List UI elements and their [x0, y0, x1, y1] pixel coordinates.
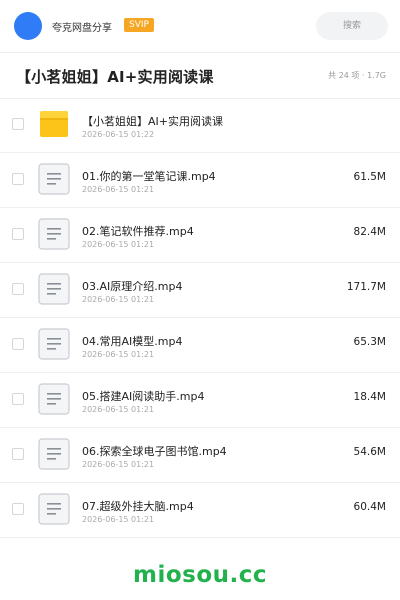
file-icon [38, 218, 70, 250]
item-count-meta: 共 24 项 · 1.7G [328, 71, 386, 80]
item-date: 2026-06-15 01:21 [82, 240, 155, 249]
file-icon [38, 273, 70, 305]
list-item[interactable]: 06.探索全球电子图书馆.mp4 2026-06-15 01:21 54.6M [0, 428, 400, 483]
item-name[interactable]: 03.AI原理介绍.mp4 [82, 278, 182, 294]
item-name[interactable]: 07.超级外挂大脑.mp4 [82, 498, 194, 514]
row-checkbox[interactable] [12, 448, 24, 460]
watermark: miosou.cc [132, 562, 268, 588]
item-size: 171.7M [346, 281, 386, 293]
item-size: 54.6M [353, 446, 386, 458]
list-item[interactable]: 01.你的第一堂笔记课.mp4 2026-06-15 01:21 61.5M [0, 153, 400, 208]
item-name[interactable]: 【小茗姐姐】AI+实用阅读课 [82, 113, 223, 129]
item-name[interactable]: 06.探索全球电子图书馆.mp4 [82, 443, 227, 459]
item-date: 2026-06-15 01:21 [82, 405, 155, 414]
item-date: 2026-06-15 01:21 [82, 460, 155, 469]
list-item[interactable]: 【小茗姐姐】AI+实用阅读课 2026-06-15 01:22 [0, 98, 400, 153]
item-name[interactable]: 02.笔记软件推荐.mp4 [82, 223, 194, 239]
row-checkbox[interactable] [12, 393, 24, 405]
list-item[interactable]: 03.AI原理介绍.mp4 2026-06-15 01:21 171.7M [0, 263, 400, 318]
row-checkbox[interactable] [12, 173, 24, 185]
file-icon [38, 438, 70, 470]
item-size: 61.5M [353, 171, 386, 183]
file-icon [38, 383, 70, 415]
item-date: 2026-06-15 01:22 [82, 130, 155, 139]
item-size: 18.4M [353, 391, 386, 403]
row-checkbox[interactable] [12, 228, 24, 240]
item-name[interactable]: 05.搭建AI阅读助手.mp4 [82, 388, 204, 404]
item-size: 65.3M [353, 336, 386, 348]
header: 夸克网盘分享 SVIP 搜索 [0, 0, 400, 53]
user-name: 夸克网盘分享 [52, 23, 112, 34]
svip-badge: SVIP [124, 18, 154, 32]
item-name[interactable]: 04.常用AI模型.mp4 [82, 333, 182, 349]
item-date: 2026-06-15 01:21 [82, 295, 155, 304]
avatar[interactable] [14, 12, 42, 40]
page-title: 【小茗姐姐】AI+实用阅读课 [16, 68, 214, 86]
search-input[interactable]: 搜索 [316, 12, 388, 40]
title-bar: 【小茗姐姐】AI+实用阅读课 共 24 项 · 1.7G [0, 52, 400, 99]
list-item[interactable]: 05.搭建AI阅读助手.mp4 2026-06-15 01:21 18.4M [0, 373, 400, 428]
folder-icon [38, 108, 70, 140]
row-checkbox[interactable] [12, 118, 24, 130]
item-date: 2026-06-15 01:21 [82, 350, 155, 359]
row-checkbox[interactable] [12, 503, 24, 515]
row-checkbox[interactable] [12, 283, 24, 295]
file-icon [38, 328, 70, 360]
item-date: 2026-06-15 01:21 [82, 185, 155, 194]
list-item[interactable]: 02.笔记软件推荐.mp4 2026-06-15 01:21 82.4M [0, 208, 400, 263]
file-icon [38, 163, 70, 195]
item-size: 82.4M [353, 226, 386, 238]
item-name[interactable]: 01.你的第一堂笔记课.mp4 [82, 168, 216, 184]
item-date: 2026-06-15 01:21 [82, 515, 155, 524]
file-icon [38, 493, 70, 525]
list-item[interactable]: 04.常用AI模型.mp4 2026-06-15 01:21 65.3M [0, 318, 400, 373]
list-item[interactable]: 07.超级外挂大脑.mp4 2026-06-15 01:21 60.4M [0, 483, 400, 538]
item-size: 60.4M [353, 501, 386, 513]
file-list: 【小茗姐姐】AI+实用阅读课 2026-06-15 01:22 01.你的第一堂… [0, 98, 400, 538]
row-checkbox[interactable] [12, 338, 24, 350]
